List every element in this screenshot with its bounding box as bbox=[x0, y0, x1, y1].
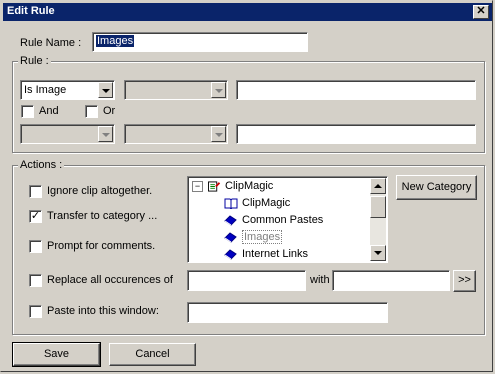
replace-find-input[interactable] bbox=[187, 270, 306, 291]
clipmagic-logo-icon bbox=[208, 181, 221, 192]
category-icon bbox=[224, 214, 237, 226]
save-button[interactable]: Save bbox=[12, 342, 101, 367]
or-label: Or bbox=[103, 105, 116, 117]
tree-item-root[interactable]: − ClipMagic bbox=[192, 178, 273, 195]
paste-window-label: Paste into this window: bbox=[47, 305, 159, 317]
tree-item-label: Common Pastes bbox=[242, 214, 324, 226]
and-checkbox[interactable] bbox=[21, 105, 34, 118]
rule-name-input[interactable]: Images bbox=[92, 32, 308, 52]
condition-1-value-input[interactable] bbox=[236, 80, 476, 100]
transfer-category-label: Transfer to category ... bbox=[47, 210, 158, 222]
replace-label: Replace all occurences of bbox=[47, 274, 173, 286]
prompt-comments-checkbox[interactable] bbox=[29, 240, 42, 253]
paste-window-input[interactable] bbox=[187, 302, 388, 323]
tree-item-clipmagic[interactable]: ClipMagic bbox=[224, 195, 290, 212]
tree-item-common-pastes[interactable]: Common Pastes bbox=[224, 212, 323, 229]
tree-item-label: Images bbox=[242, 230, 283, 244]
replace-with-input[interactable] bbox=[332, 270, 450, 291]
rule-group-title: Rule : bbox=[18, 55, 51, 67]
title-bar: Edit Rule ✕ bbox=[3, 3, 492, 21]
book-icon bbox=[224, 198, 238, 209]
replace-checkbox[interactable] bbox=[29, 274, 42, 287]
category-icon bbox=[224, 231, 237, 243]
category-tree[interactable]: − ClipMagic ClipMagic Common Pastes Image… bbox=[187, 176, 388, 263]
condition-1-operator-select[interactable] bbox=[124, 80, 228, 100]
chevron-down-icon bbox=[98, 126, 113, 142]
rule-name-value: Images bbox=[96, 35, 135, 47]
category-icon bbox=[224, 248, 237, 260]
scroll-thumb[interactable] bbox=[370, 196, 386, 218]
tree-item-images[interactable]: Images bbox=[224, 229, 283, 246]
paste-window-checkbox[interactable] bbox=[29, 305, 42, 318]
condition-2-operator-select[interactable] bbox=[124, 124, 228, 144]
tree-scrollbar[interactable] bbox=[370, 178, 386, 261]
new-category-button[interactable]: New Category bbox=[396, 175, 477, 200]
rule-name-label: Rule Name : bbox=[20, 37, 82, 49]
scroll-up-button[interactable] bbox=[370, 178, 386, 194]
edit-rule-dialog: Edit Rule ✕ Rule Name : Images Rule : Is… bbox=[0, 0, 493, 372]
tree-root-label: ClipMagic bbox=[225, 180, 274, 192]
collapse-icon[interactable]: − bbox=[192, 180, 203, 192]
condition-1-select[interactable]: Is Image bbox=[20, 80, 115, 100]
actions-group-title: Actions : bbox=[18, 159, 65, 171]
replace-browse-button[interactable]: >> bbox=[453, 270, 476, 292]
window-title: Edit Rule bbox=[7, 5, 55, 17]
chevron-down-icon bbox=[211, 126, 226, 142]
ignore-clip-checkbox[interactable] bbox=[29, 185, 42, 198]
scroll-down-button[interactable] bbox=[370, 245, 386, 261]
ignore-clip-label: Ignore clip altogether. bbox=[47, 185, 153, 197]
condition-2-select[interactable] bbox=[20, 124, 115, 144]
tree-item-label: Internet Links bbox=[242, 248, 309, 260]
transfer-category-checkbox[interactable]: ✓ bbox=[29, 210, 42, 223]
prompt-comments-label: Prompt for comments. bbox=[47, 240, 156, 252]
with-label: with bbox=[310, 274, 330, 286]
tree-item-label: ClipMagic bbox=[242, 197, 291, 209]
condition-1-value: Is Image bbox=[24, 84, 67, 96]
condition-2-value-input[interactable] bbox=[236, 124, 476, 144]
tree-item-internet-links[interactable]: Internet Links bbox=[224, 246, 309, 262]
close-button[interactable]: ✕ bbox=[473, 5, 489, 19]
and-label: And bbox=[39, 105, 59, 117]
chevron-down-icon bbox=[98, 82, 113, 98]
cancel-button[interactable]: Cancel bbox=[109, 343, 196, 366]
or-checkbox[interactable] bbox=[85, 105, 98, 118]
chevron-down-icon bbox=[211, 82, 226, 98]
